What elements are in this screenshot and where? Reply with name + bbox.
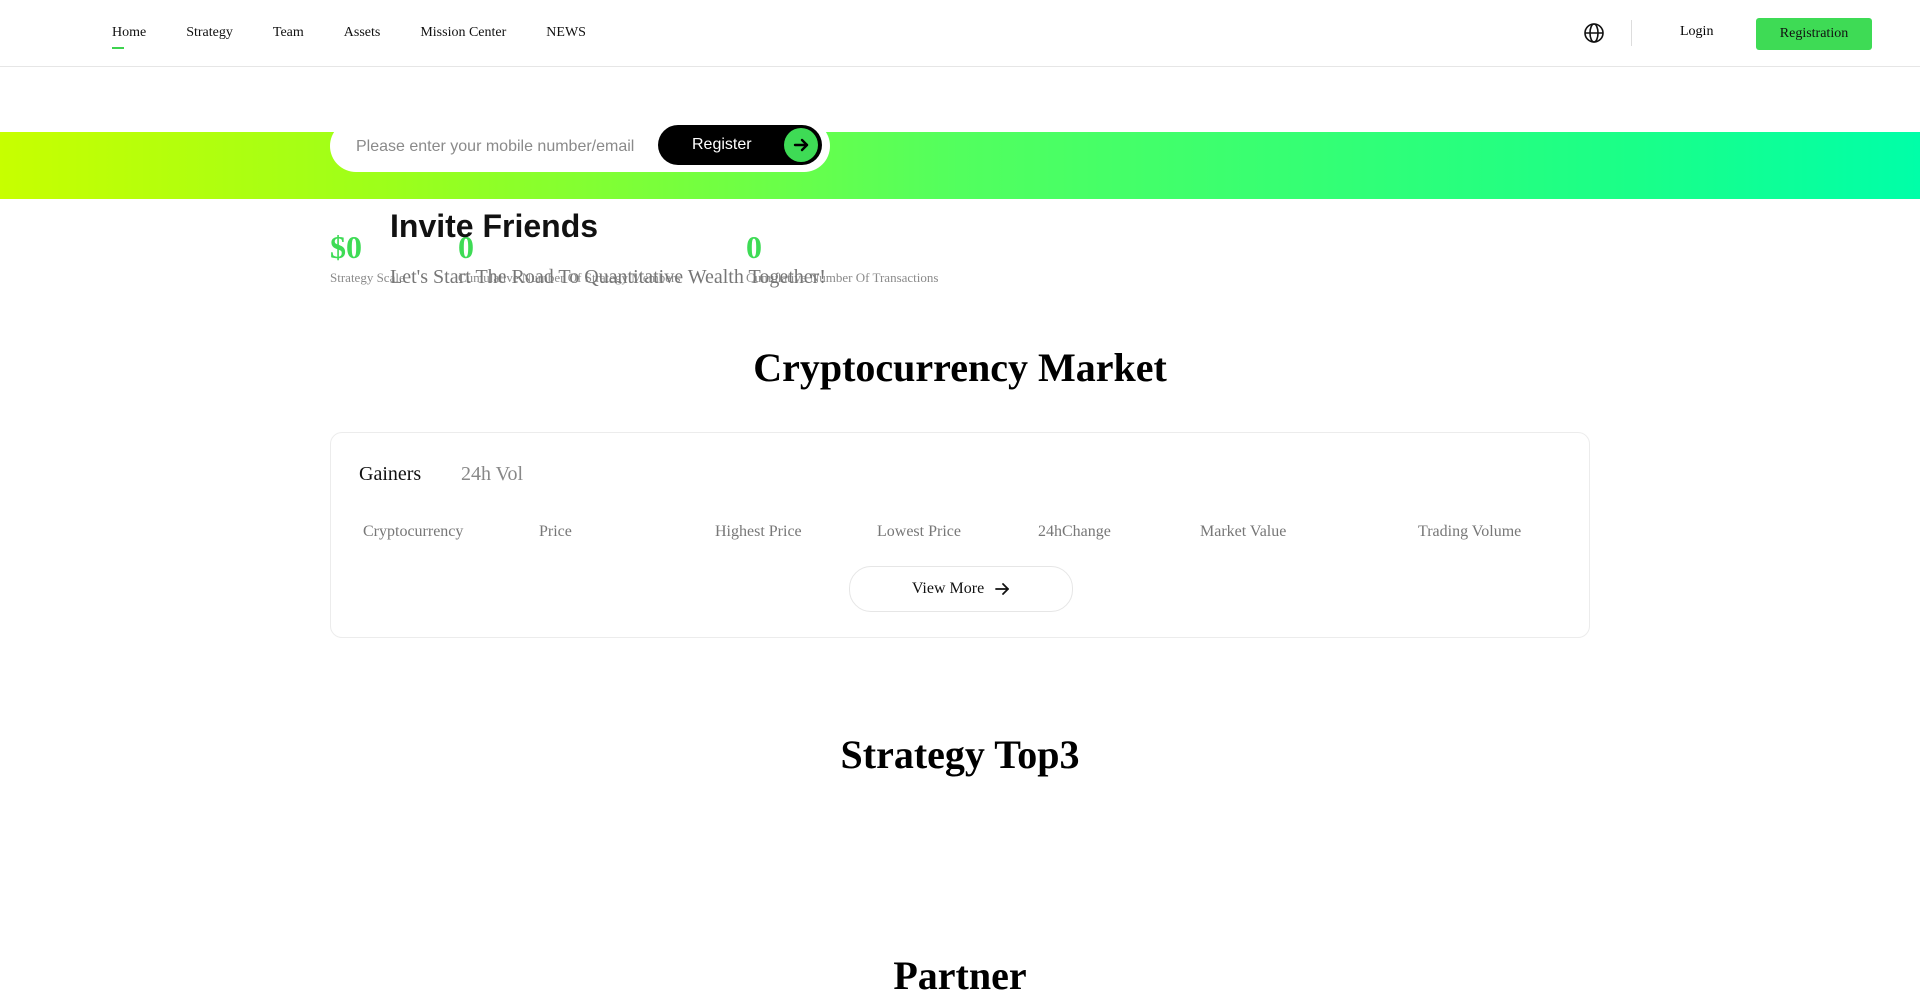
register-form: Register (330, 120, 830, 172)
column-header-cryptocurrency: Cryptocurrency (363, 523, 464, 540)
register-submit-label: Register (692, 136, 752, 153)
invite-friends-title: Invite Friends (390, 208, 599, 244)
column-header-price: Price (539, 523, 572, 540)
nav-news[interactable]: NEWS (546, 25, 586, 41)
market-section-title: Cryptocurrency Market (753, 345, 1167, 390)
nav-home[interactable]: Home (112, 25, 146, 49)
top-navbar: Home Strategy Team Assets Mission Center… (0, 0, 1920, 67)
view-more-button[interactable]: View More (849, 566, 1073, 612)
main-nav: Home Strategy Team Assets Mission Center… (112, 0, 626, 66)
invite-friends-subtitle: Let's Start The Road To Quantitative Wea… (390, 266, 826, 288)
column-header-highest-price: Highest Price (715, 523, 802, 540)
column-header-lowest-price: Lowest Price (877, 523, 961, 540)
nav-strategy[interactable]: Strategy (186, 25, 233, 41)
nav-team[interactable]: Team (273, 25, 304, 41)
registration-button[interactable]: Registration (1756, 18, 1872, 50)
market-card: Gainers 24h Vol Cryptocurrency Price Hig… (330, 432, 1590, 638)
tab-gainers[interactable]: Gainers (359, 463, 421, 486)
globe-icon[interactable] (1583, 22, 1605, 44)
partner-title: Partner (893, 953, 1027, 998)
nav-assets[interactable]: Assets (344, 25, 381, 41)
stat-value: 0 (746, 229, 762, 265)
contact-input[interactable] (354, 134, 648, 160)
column-header-trading-volume: Trading Volume (1418, 523, 1522, 540)
hero-gradient-band (0, 132, 1920, 199)
column-header-market-value: Market Value (1200, 523, 1287, 540)
strategy-top3-title: Strategy Top3 (840, 732, 1080, 777)
arrow-right-icon (784, 128, 818, 162)
tab-24h-vol[interactable]: 24h Vol (461, 463, 523, 486)
view-more-label: View More (911, 580, 985, 597)
login-link[interactable]: Login (1680, 24, 1713, 40)
arrow-right-icon (994, 582, 1010, 596)
header-divider (1631, 20, 1632, 46)
nav-mission-center[interactable]: Mission Center (420, 25, 506, 41)
register-submit-button[interactable]: Register (658, 125, 822, 165)
column-header-24h-change: 24hChange (1038, 523, 1111, 540)
